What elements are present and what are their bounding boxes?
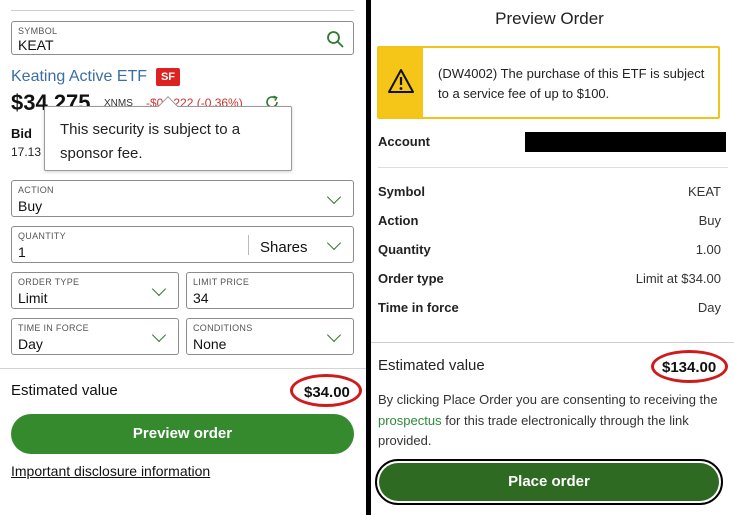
bid-value: 17.13: [11, 145, 42, 159]
row-label: Action: [378, 213, 419, 228]
quantity-divider: [248, 235, 249, 255]
search-icon[interactable]: [326, 30, 344, 48]
time-in-force-value: Day: [18, 336, 43, 352]
chevron-down-icon: [151, 281, 167, 297]
action-select[interactable]: ACTION Buy: [11, 180, 354, 217]
row-label: Time in force: [378, 300, 459, 315]
limit-price-value: 34: [193, 290, 209, 306]
estimated-value-label: Estimated value: [11, 382, 118, 399]
prospectus-link[interactable]: prospectus: [378, 413, 442, 428]
limit-price-input[interactable]: LIMIT PRICE 34: [186, 272, 354, 309]
tooltip-text: This security is subject to a sponsor fe…: [60, 121, 241, 162]
annotation-circle: [651, 350, 728, 383]
top-divider: [11, 10, 354, 11]
bid-label: Bid: [11, 126, 32, 141]
account-redacted: [525, 132, 726, 152]
action-label: ACTION: [18, 185, 54, 195]
annotation-circle: [290, 374, 362, 407]
conditions-value: None: [193, 336, 227, 352]
estimated-value-label: Estimated value: [378, 357, 485, 374]
quantity-unit-select[interactable]: Shares: [260, 239, 308, 256]
page-title: Preview Order: [495, 9, 604, 28]
row-divider: [378, 167, 728, 168]
alert-text: (DW4002) The purchase of this ETF is sub…: [438, 66, 705, 101]
row-value: Day: [697, 300, 721, 315]
order-entry-panel: SYMBOL KEAT Keating Active ETF SF $34.27…: [0, 0, 366, 515]
section-divider: [371, 342, 734, 343]
consent-text: By clicking Place Order you are consenti…: [378, 390, 723, 452]
chevron-down-icon: [326, 189, 342, 205]
action-value: Buy: [18, 198, 43, 214]
warning-alert: (DW4002) The purchase of this ETF is sub…: [377, 46, 720, 119]
sponsor-fee-tooltip: This security is subject to a sponsor fe…: [44, 96, 292, 171]
section-divider: [0, 368, 366, 369]
chevron-down-icon: [151, 327, 167, 343]
time-in-force-select[interactable]: TIME IN FORCE Day: [11, 318, 179, 355]
symbol-label: SYMBOL: [18, 26, 58, 36]
preview-order-panel: Preview Order (DW4002) The purchase of t…: [371, 0, 734, 515]
symbol-value: KEAT: [18, 37, 54, 53]
row-value: Buy: [698, 213, 721, 228]
alert-strip: [379, 48, 423, 117]
place-order-button[interactable]: Place order: [375, 459, 723, 505]
row-value: KEAT: [688, 184, 721, 199]
conditions-label: CONDITIONS: [193, 323, 253, 333]
preview-order-button[interactable]: Preview order: [11, 414, 354, 454]
limit-price-label: LIMIT PRICE: [193, 277, 250, 287]
order-type-value: Limit: [18, 290, 48, 306]
sponsor-fee-badge[interactable]: SF: [156, 68, 180, 86]
row-label: Order type: [378, 271, 444, 286]
order-type-select[interactable]: ORDER TYPE Limit: [11, 272, 179, 309]
quantity-value: 1: [18, 244, 26, 260]
symbol-input[interactable]: SYMBOL KEAT: [11, 21, 354, 55]
order-type-label: ORDER TYPE: [18, 277, 80, 287]
security-name-link[interactable]: Keating Active ETF: [11, 68, 147, 86]
row-label: Quantity: [378, 242, 431, 257]
time-in-force-label: TIME IN FORCE: [18, 323, 89, 333]
chevron-down-icon: [326, 327, 342, 343]
place-order-label: Place order: [379, 463, 719, 501]
account-label: Account: [378, 134, 430, 149]
consent-before: By clicking Place Order you are consenti…: [378, 392, 718, 407]
disclosure-link[interactable]: Important disclosure information: [11, 463, 210, 479]
warning-icon: [388, 69, 414, 93]
chevron-down-icon: [326, 235, 342, 251]
conditions-select[interactable]: CONDITIONS None: [186, 318, 354, 355]
quantity-input[interactable]: QUANTITY 1 Shares: [11, 226, 354, 263]
row-label: Symbol: [378, 184, 425, 199]
row-value: 1.00: [695, 242, 721, 257]
row-value: Limit at $34.00: [635, 271, 721, 286]
quantity-label: QUANTITY: [18, 231, 66, 241]
